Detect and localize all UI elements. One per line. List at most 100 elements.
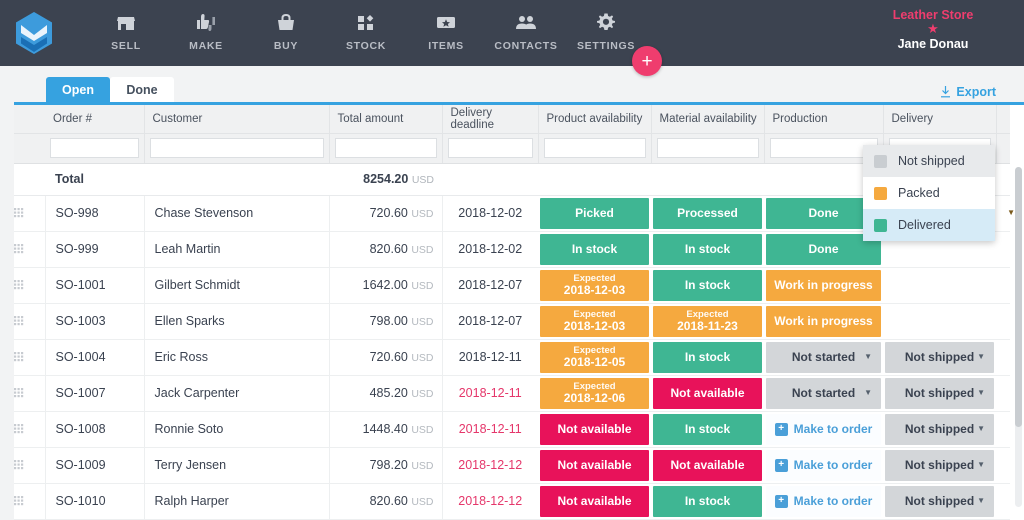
delivery-option-packed[interactable]: Packed <box>863 177 995 209</box>
katana-logo[interactable] <box>12 9 56 57</box>
row-drag-handle[interactable] <box>14 411 45 447</box>
production-chip[interactable]: +Make to order <box>766 450 881 481</box>
thumbs-icon <box>194 10 218 34</box>
production-label: Done <box>809 243 839 256</box>
production-chip[interactable]: Not started▼ <box>766 342 881 373</box>
tab-done[interactable]: Done <box>110 77 174 102</box>
cell-currency: USD <box>411 208 433 220</box>
cell-currency: USD <box>411 280 433 292</box>
row-drag-handle[interactable] <box>14 483 45 519</box>
nav-item-make[interactable]: MAKE <box>166 10 246 52</box>
delivery-chip[interactable]: Not shipped▼ <box>885 414 994 445</box>
delivery-status-dropdown[interactable]: Not shipped Packed Delivered <box>863 145 995 241</box>
add-new-button[interactable]: + <box>632 46 662 76</box>
production-chip[interactable]: +Make to order <box>766 486 881 517</box>
filter-input-deadline[interactable] <box>448 138 533 158</box>
filter-cell-customer[interactable] <box>144 133 329 163</box>
production-label: Not started <box>792 387 855 400</box>
row-drag-handle[interactable] <box>14 303 45 339</box>
cell-delivery <box>883 303 996 339</box>
table-row[interactable]: SO-1009Terry Jensen798.20 USD2018-12-12N… <box>14 447 1010 483</box>
filter-input-material[interactable] <box>657 138 759 158</box>
cell-delivery: Not shipped▼ <box>883 447 996 483</box>
vertical-scrollbar[interactable] <box>1015 167 1022 507</box>
row-drag-handle[interactable] <box>14 447 45 483</box>
account-block[interactable]: Leather Store ★ Jane Donau <box>858 8 1008 51</box>
table-row[interactable]: SO-1003Ellen Sparks798.00 USD2018-12-07E… <box>14 303 1010 339</box>
row-drag-handle[interactable] <box>14 231 45 267</box>
cell-product-availability: In stock <box>538 231 651 267</box>
cell-total-amount: 485.20 USD <box>329 375 442 411</box>
table-row[interactable]: SO-998Chase Stevenson720.60 USD2018-12-0… <box>14 195 1010 231</box>
chevron-down-icon: ▼ <box>977 389 985 397</box>
nav-item-sell[interactable]: SELL <box>86 10 166 52</box>
filter-cell-total[interactable] <box>329 133 442 163</box>
column-header-product-availability[interactable]: Product availability <box>538 105 651 133</box>
delivery-chip[interactable]: Not shipped▼ <box>885 450 994 481</box>
delivery-chip[interactable]: Not shipped▼ <box>885 342 994 373</box>
column-header-production[interactable]: Production <box>764 105 883 133</box>
delivery-option-delivered[interactable]: Delivered <box>863 209 995 241</box>
production-chip[interactable]: +Make to order <box>766 414 881 445</box>
row-drag-handle[interactable] <box>14 339 45 375</box>
nav-item-contacts[interactable]: CONTACTS <box>486 10 566 52</box>
row-drag-handle[interactable] <box>14 375 45 411</box>
product-availability-label: Expected <box>564 274 625 284</box>
filter-cell-order[interactable] <box>45 133 144 163</box>
chevron-down-icon: ▼ <box>864 389 872 397</box>
filter-input-order[interactable] <box>50 138 139 158</box>
product-availability-chip: Picked <box>540 198 649 229</box>
filter-cell-product[interactable] <box>538 133 651 163</box>
row-drag-handle[interactable] <box>14 195 45 231</box>
delivery-option-label: Packed <box>898 186 940 200</box>
product-availability-label: Not available <box>557 459 631 472</box>
row-drag-handle[interactable] <box>14 267 45 303</box>
scrollbar-thumb[interactable] <box>1015 167 1022 427</box>
filter-cell-deadline[interactable] <box>442 133 538 163</box>
table-row[interactable]: SO-1008Ronnie Soto1448.40 USD2018-12-11N… <box>14 411 1010 447</box>
filter-input-product[interactable] <box>544 138 646 158</box>
production-chip[interactable]: Not started ▼ <box>766 378 881 409</box>
cell-spacer <box>996 267 1010 303</box>
product-availability-label: Expected <box>564 346 625 356</box>
material-availability-label: Not available <box>670 459 744 472</box>
table-row[interactable]: SO-1010Ralph Harper820.60 USD2018-12-12N… <box>14 483 1010 519</box>
total-deadline <box>442 163 538 195</box>
table-row[interactable]: SO-999Leah Martin820.60 USD2018-12-02In … <box>14 231 1010 267</box>
nav-item-settings[interactable]: SETTINGS <box>566 10 646 52</box>
cell-material-availability: Not available <box>651 447 764 483</box>
cell-order-number: SO-998 <box>45 195 144 231</box>
production-label: Make to order <box>794 423 873 436</box>
nav-item-items[interactable]: ITEMS <box>406 10 486 52</box>
total-amount-currency: USD <box>412 174 434 186</box>
nav-item-buy[interactable]: BUY <box>246 10 326 52</box>
column-header-delivery[interactable]: Delivery <box>883 105 996 133</box>
product-availability-chip: Expected2018-12-03 <box>540 270 649 301</box>
cell-material-availability: Expected2018-11-23 <box>651 303 764 339</box>
filter-input-total[interactable] <box>335 138 437 158</box>
cell-customer: Gilbert Schmidt <box>144 267 329 303</box>
cell-material-availability: In stock <box>651 411 764 447</box>
filter-input-production[interactable] <box>770 138 878 158</box>
filter-cell-material[interactable] <box>651 133 764 163</box>
cell-product-availability: Not available <box>538 447 651 483</box>
filter-input-customer[interactable] <box>150 138 324 158</box>
delivery-option-not-shipped[interactable]: Not shipped <box>863 145 995 177</box>
table-row[interactable]: SO-1001Gilbert Schmidt1642.00 USD2018-12… <box>14 267 1010 303</box>
table-row[interactable]: SO-1007Jack Carpenter485.20 USD2018-12-1… <box>14 375 1010 411</box>
column-header-order[interactable]: Order # <box>45 105 144 133</box>
column-header-material-availability[interactable]: Material availability <box>651 105 764 133</box>
favorite-star-icon: ★ <box>858 23 1008 35</box>
column-header-delivery-deadline[interactable]: Delivery deadline <box>442 105 538 133</box>
table-row[interactable]: SO-1004Eric Ross720.60 USD2018-12-11Expe… <box>14 339 1010 375</box>
cell-spacer <box>996 483 1010 519</box>
cell-total-amount: 720.60 USD <box>329 339 442 375</box>
delivery-chip[interactable]: Not shipped▼ <box>885 486 994 517</box>
delivery-chip[interactable]: Not shipped▼ <box>885 378 994 409</box>
export-button[interactable]: Export <box>940 85 996 99</box>
tab-open[interactable]: Open <box>46 77 110 102</box>
material-availability-chip: In stock <box>653 342 762 373</box>
column-header-total-amount[interactable]: Total amount <box>329 105 442 133</box>
nav-item-stock[interactable]: STOCK <box>326 10 406 52</box>
column-header-customer[interactable]: Customer <box>144 105 329 133</box>
